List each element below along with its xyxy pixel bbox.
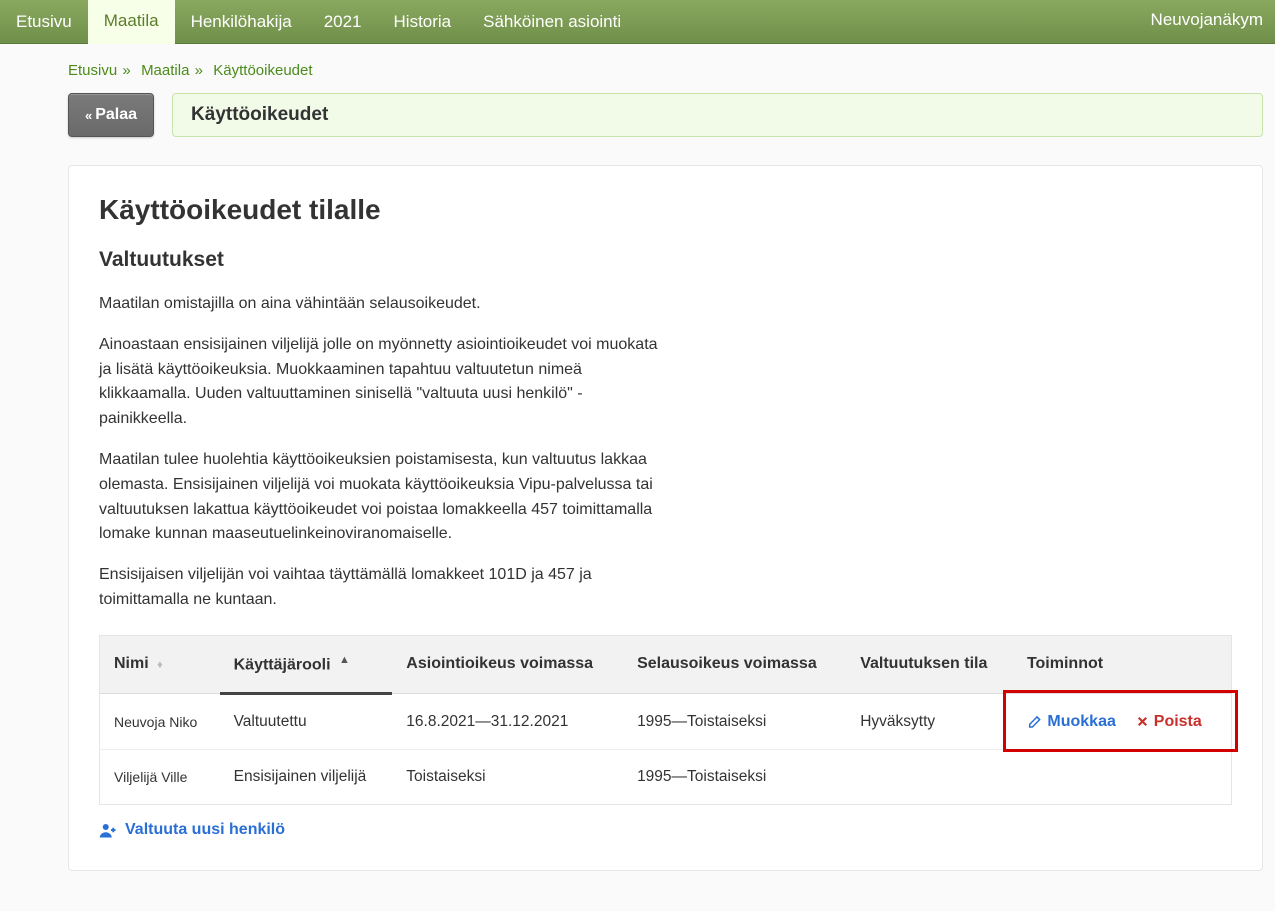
close-icon: [1136, 715, 1149, 728]
col-selaus[interactable]: Selausoikeus voimassa: [623, 635, 846, 693]
breadcrumb: Etusivu » Maatila » Käyttöoikeudet: [14, 44, 1275, 93]
cell-actions: Muokkaa Poista: [1013, 694, 1232, 750]
breadcrumb-sep: »: [195, 62, 203, 79]
cell-selaus: 1995—Toistaiseksi: [623, 694, 846, 750]
back-button[interactable]: « Palaa: [68, 93, 154, 137]
nav-2021[interactable]: 2021: [308, 0, 378, 43]
sort-both-icon: ♦: [157, 659, 163, 671]
cell-tila: Hyväksytty: [846, 694, 1013, 750]
table-row: Viljelijä Ville Ensisijainen viljelijä T…: [100, 750, 1232, 805]
sort-asc-icon: ▲: [339, 654, 350, 666]
cell-tila: [846, 750, 1013, 805]
cell-role: Valtuutettu: [220, 694, 393, 750]
top-nav: Etusivu Maatila Henkilöhakija 2021 Histo…: [0, 0, 1275, 44]
cell-asiointi: 16.8.2021—31.12.2021: [392, 694, 623, 750]
permissions-table: Nimi ♦ Käyttäjärooli ▲ Asiointioikeus vo…: [99, 635, 1232, 805]
add-user-button[interactable]: Valtuuta uusi henkilö: [99, 821, 285, 839]
breadcrumb-sep: »: [122, 62, 130, 79]
user-plus-icon: [99, 822, 117, 838]
col-nimi[interactable]: Nimi ♦: [100, 635, 220, 693]
col-asiointi[interactable]: Asiointioikeus voimassa: [392, 635, 623, 693]
nav-henkilohakija[interactable]: Henkilöhakija: [175, 0, 308, 43]
nav-etusivu[interactable]: Etusivu: [0, 0, 88, 43]
nav-maatila[interactable]: Maatila: [88, 0, 175, 44]
sub-heading: Valtuutukset: [99, 248, 1232, 272]
delete-label: Poista: [1154, 713, 1202, 730]
edit-button[interactable]: Muokkaa: [1027, 713, 1120, 730]
edit-label: Muokkaa: [1047, 713, 1115, 730]
col-toiminnot: Toiminnot: [1013, 635, 1232, 693]
intro-paragraph-3: Maatilan tulee huolehtia käyttöoikeuksie…: [99, 448, 659, 547]
nav-sahkoinen[interactable]: Sähköinen asiointi: [467, 0, 637, 43]
cell-name[interactable]: Viljelijä Ville: [100, 750, 220, 805]
nav-right-label[interactable]: Neuvojanäkym: [1139, 0, 1275, 43]
delete-button[interactable]: Poista: [1136, 713, 1201, 730]
cell-name[interactable]: Neuvoja Niko: [100, 694, 220, 750]
col-tila[interactable]: Valtuutuksen tila: [846, 635, 1013, 693]
cell-asiointi: Toistaiseksi: [392, 750, 623, 805]
breadcrumb-kayttooikeudet[interactable]: Käyttöoikeudet: [213, 62, 312, 79]
intro-paragraph-1: Maatilan omistajilla on aina vähintään s…: [99, 292, 659, 317]
intro-paragraph-4: Ensisijaisen viljelijän voi vaihtaa täyt…: [99, 563, 659, 613]
page-title-bar: Käyttöoikeudet: [172, 93, 1263, 137]
breadcrumb-maatila[interactable]: Maatila: [141, 62, 189, 79]
col-nimi-label: Nimi: [114, 655, 149, 672]
page-heading: Käyttöoikeudet tilalle: [99, 194, 1232, 226]
col-rooli-label: Käyttäjärooli: [234, 656, 331, 673]
cell-actions: [1013, 750, 1232, 805]
nav-historia[interactable]: Historia: [378, 0, 468, 43]
chevron-left-double-icon: «: [85, 108, 89, 123]
cell-selaus: 1995—Toistaiseksi: [623, 750, 846, 805]
content-card: Käyttöoikeudet tilalle Valtuutukset Maat…: [68, 165, 1263, 871]
intro-paragraph-2: Ainoastaan ensisijainen viljelijä jolle …: [99, 333, 659, 432]
cell-role: Ensisijainen viljelijä: [220, 750, 393, 805]
back-button-label: Palaa: [95, 106, 137, 124]
add-user-label: Valtuuta uusi henkilö: [125, 821, 285, 839]
table-row: Neuvoja Niko Valtuutettu 16.8.2021—31.12…: [100, 694, 1232, 750]
col-rooli[interactable]: Käyttäjärooli ▲: [220, 635, 393, 693]
edit-icon: [1027, 713, 1043, 729]
breadcrumb-etusivu[interactable]: Etusivu: [68, 62, 117, 79]
